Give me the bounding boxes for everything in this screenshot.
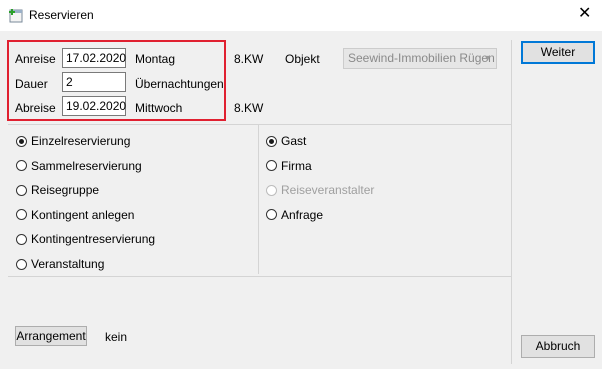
lower-panel (8, 276, 511, 365)
reservation-type-radio-4[interactable]: Kontingentreservierung (16, 231, 155, 247)
radio-button-icon[interactable] (16, 184, 27, 196)
separator-right (511, 40, 512, 364)
radio-button-icon[interactable] (266, 135, 277, 147)
guest-type-radio-3[interactable]: Anfrage (266, 207, 323, 223)
next-button[interactable]: Weiter (521, 41, 595, 64)
reservation-type-radio-5[interactable]: Veranstaltung (16, 256, 104, 272)
arrangement-button[interactable]: Arrangement (15, 326, 87, 346)
object-select[interactable]: Seewind-Immobilien Rügen ▼ (343, 48, 497, 69)
separator-top (8, 124, 511, 125)
radio-button-icon[interactable] (16, 209, 27, 221)
reservation-type-radio-label: Einzelreservierung (31, 134, 131, 148)
cancel-button[interactable]: Abbruch (521, 335, 595, 358)
guest-type-radio-label: Reiseveranstalter (281, 183, 375, 198)
reservation-app-icon (9, 9, 23, 23)
separator-vertical (258, 124, 259, 274)
reservation-type-radio-label: Kontingent anlegen (31, 207, 135, 222)
duration-unit: Übernachtungen (135, 77, 224, 91)
arrangement-value: kein (105, 330, 128, 344)
guest-type-radio-1[interactable]: Firma (266, 158, 312, 174)
arrival-date-field[interactable]: 17.02.2020 (62, 48, 126, 68)
radio-button-icon[interactable] (16, 258, 27, 270)
arrival-label: Anreise (15, 52, 56, 66)
object-label: Objekt (285, 52, 320, 66)
title-bar: Reservieren ✕ (0, 0, 602, 31)
arrival-weekday: Montag (135, 52, 176, 66)
reservation-type-radio-3[interactable]: Kontingent anlegen (16, 207, 134, 223)
reservation-type-radio-label: Kontingentreservierung (31, 232, 156, 247)
reservation-type-radio-label: Sammelreservierung (31, 158, 142, 173)
reservation-type-radio-1[interactable]: Sammelreservierung (16, 158, 142, 174)
reservation-type-radio-0[interactable]: Einzelreservierung (16, 133, 130, 149)
departure-weekday: Mittwoch (135, 101, 183, 115)
guest-type-radio-0[interactable]: Gast (266, 133, 306, 149)
departure-label: Abreise (15, 101, 56, 115)
chevron-down-icon: ▼ (483, 53, 492, 63)
duration-label: Dauer (15, 77, 48, 91)
radio-button-icon[interactable] (16, 135, 27, 147)
radio-button-icon[interactable] (266, 209, 277, 221)
guest-type-radio-2: Reiseveranstalter (266, 182, 374, 198)
radio-button-icon[interactable] (266, 160, 277, 172)
radio-button-icon[interactable] (16, 160, 27, 172)
reservation-type-radio-label: Veranstaltung (31, 257, 105, 271)
guest-type-radio-label: Firma (281, 158, 312, 173)
window-title: Reservieren (29, 8, 94, 22)
departure-date-field[interactable]: 19.02.2020 (62, 96, 126, 116)
guest-type-radio-label: Gast (281, 134, 307, 148)
guest-type-radio-label: Anfrage (281, 207, 324, 222)
arrival-calendar-week: 8.KW (234, 52, 264, 66)
radio-button-icon[interactable] (16, 233, 27, 245)
departure-calendar-week: 8.KW (234, 101, 264, 115)
close-icon[interactable]: ✕ (578, 5, 591, 23)
reservation-type-radio-2[interactable]: Reisegruppe (16, 182, 99, 198)
radio-button-icon (266, 184, 277, 196)
object-select-value: Seewind-Immobilien Rügen (348, 51, 495, 65)
reservation-type-radio-label: Reisegruppe (31, 183, 100, 198)
duration-field[interactable]: 2 (62, 72, 126, 92)
